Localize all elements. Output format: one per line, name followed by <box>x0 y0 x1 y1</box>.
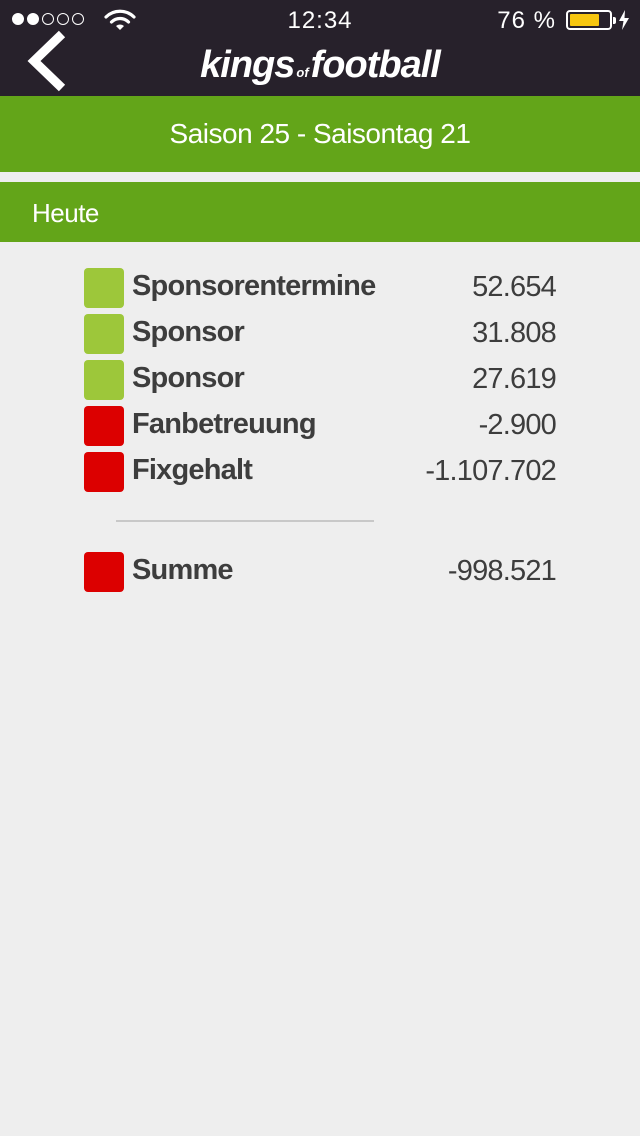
item-label: Sponsor <box>132 362 245 394</box>
item-label: Fixgehalt <box>132 454 253 486</box>
status-swatch <box>84 452 124 492</box>
status-swatch <box>84 360 124 400</box>
item-value: -1.107.702 <box>425 455 556 487</box>
battery-nub <box>613 17 616 24</box>
battery-fill <box>570 14 599 26</box>
season-title-bar: Saison 25 - Saisontag 21 <box>0 96 640 172</box>
item-value: 52.654 <box>472 271 557 303</box>
total-value: -998.521 <box>447 555 557 587</box>
logo-word-of: of <box>296 65 309 81</box>
total-row: Summe -998.521 <box>84 550 560 594</box>
list-item: Sponsor 31.808 <box>84 312 560 356</box>
status-swatch <box>84 314 124 354</box>
status-bar: 12:34 76 % <box>0 0 640 40</box>
list-item: Fanbetreuung -2.900 <box>84 404 560 448</box>
battery-icon <box>566 10 616 30</box>
charging-bolt-icon <box>619 10 629 30</box>
status-swatch <box>84 268 124 308</box>
item-label: Sponsorentermine <box>132 270 376 302</box>
section-header-today: Heute <box>0 182 640 242</box>
item-label: Sponsor <box>132 316 245 348</box>
total-label: Summe <box>132 554 234 586</box>
list-item: Sponsorentermine 52.654 <box>84 266 560 310</box>
item-value: 31.808 <box>472 317 557 349</box>
logo-word-football: football <box>310 44 441 86</box>
status-swatch <box>84 552 124 592</box>
item-value: -2.900 <box>478 409 557 441</box>
logo-word-kings: kings <box>200 44 295 86</box>
list-item: Sponsor 27.619 <box>84 358 560 402</box>
status-swatch <box>84 406 124 446</box>
app-logo: kings offootball <box>0 44 640 87</box>
top-bar: 12:34 76 % kings offootball <box>0 0 640 96</box>
sum-divider <box>116 520 374 522</box>
item-value: 27.619 <box>472 363 557 395</box>
list-item: Fixgehalt -1.107.702 <box>84 450 560 494</box>
battery-percentage: 76 % <box>497 7 556 34</box>
item-label: Fanbetreuung <box>132 408 317 440</box>
